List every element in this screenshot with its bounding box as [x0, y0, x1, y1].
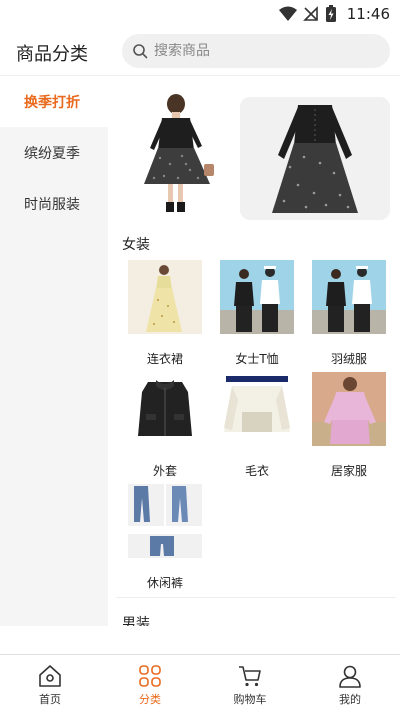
sidebar-item-fashion[interactable]: 时尚服装	[0, 178, 108, 229]
sidebar-item-seasonal-sale[interactable]: 换季打折	[0, 76, 108, 127]
category-sidebar: 换季打折 缤纷夏季 时尚服装	[0, 76, 108, 626]
search-input[interactable]	[154, 43, 354, 59]
status-bar: 11:46	[0, 0, 400, 28]
section-title-men: 男装	[122, 616, 150, 626]
category-item-label: 羽绒服	[330, 352, 367, 366]
nav-label: 首页	[39, 693, 61, 706]
women-tshirt-image	[220, 260, 294, 334]
category-item-dress[interactable]: 连衣裙	[126, 260, 204, 367]
sidebar-item-label: 时尚服装	[24, 196, 80, 213]
section-divider	[116, 597, 396, 598]
sidebar-item-summer[interactable]: 缤纷夏季	[0, 127, 108, 178]
homewear-image	[312, 372, 386, 446]
category-item-sweater[interactable]: 毛衣	[218, 372, 296, 479]
bottom-nav: 首页 分类 购物车 我的	[0, 654, 400, 710]
nav-item-category[interactable]: 分类	[100, 655, 200, 710]
home-icon	[39, 665, 61, 687]
banner-dress-image	[240, 97, 390, 220]
nav-label: 分类	[139, 693, 161, 706]
category-item-homewear[interactable]: 居家服	[310, 372, 388, 479]
wifi-icon	[278, 6, 297, 21]
cart-icon	[239, 666, 261, 687]
category-item-coat[interactable]: 外套	[126, 372, 204, 479]
down-jacket-image	[312, 260, 386, 334]
casual-pants-image	[128, 484, 202, 558]
category-item-label: 毛衣	[244, 464, 269, 478]
promo-banner[interactable]	[120, 92, 390, 220]
search-box[interactable]	[122, 34, 390, 68]
nav-item-home[interactable]: 首页	[0, 655, 100, 710]
category-item-label: 休闲裤	[146, 576, 183, 590]
category-item-label: 居家服	[330, 464, 367, 478]
status-icons: 11:46	[278, 4, 390, 24]
category-icon	[139, 665, 161, 687]
sidebar-item-label: 换季打折	[24, 94, 80, 111]
category-item-down-jacket[interactable]: 羽绒服	[310, 260, 388, 367]
sweater-image	[220, 372, 294, 446]
section-title-women: 女装	[122, 237, 150, 253]
category-content: 女装 连衣裙 女士T恤 羽绒服 外套 毛衣 居家服 休闲裤 男装	[108, 76, 400, 626]
user-icon	[339, 665, 361, 688]
battery-charging-icon	[325, 5, 336, 22]
page-title: 商品分类	[16, 44, 88, 65]
status-time: 11:46	[346, 5, 390, 23]
coat-image	[128, 372, 202, 446]
no-signal-icon	[302, 6, 318, 21]
nav-item-cart[interactable]: 购物车	[200, 655, 300, 710]
nav-label: 购物车	[233, 693, 267, 706]
category-item-label: 女士T恤	[235, 352, 279, 366]
nav-label: 我的	[339, 693, 361, 706]
sidebar-item-label: 缤纷夏季	[24, 145, 80, 162]
search-icon	[133, 44, 148, 59]
banner-model-image	[120, 92, 240, 220]
dress-image	[128, 260, 202, 334]
nav-item-profile[interactable]: 我的	[300, 655, 400, 710]
category-item-women-tshirt[interactable]: 女士T恤	[218, 260, 296, 367]
category-item-casual-pants[interactable]: 休闲裤	[126, 484, 204, 591]
category-item-label: 外套	[152, 464, 177, 478]
header: 商品分类	[0, 28, 400, 76]
category-item-label: 连衣裙	[146, 352, 183, 366]
